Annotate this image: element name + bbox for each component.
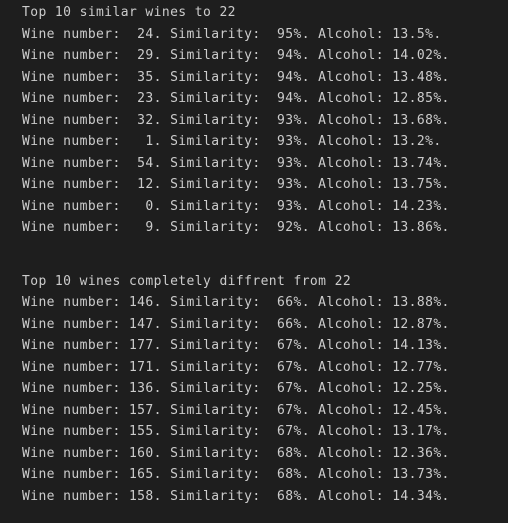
similar-line: Wine number: 9. Similarity: 92%. Alcohol… xyxy=(22,220,450,235)
different-line: Wine number: 147. Similarity: 66%. Alcoh… xyxy=(22,316,450,332)
different-line: Wine number: 136. Similarity: 67%. Alcoh… xyxy=(22,381,450,396)
different-line: Wine number: 160. Similarity: 68%. Alcoh… xyxy=(22,445,450,461)
similar-line: Wine number: 0. Similarity: 93%. Alcohol… xyxy=(22,198,450,214)
similar-line: Wine number: 54. Similarity: 93%. Alcoho… xyxy=(22,155,450,171)
blank-gap xyxy=(22,239,508,271)
similar-line: Wine number: 24. Similarity: 95%. Alcoho… xyxy=(22,26,442,42)
similar-line: Wine number: 23. Similarity: 94%. Alcoho… xyxy=(22,91,450,106)
different-line: Wine number: 165. Similarity: 68%. Alcoh… xyxy=(22,467,450,482)
similar-line: Wine number: 12. Similarity: 93%. Alcoho… xyxy=(22,177,450,192)
different-line: Wine number: 171. Similarity: 67%. Alcoh… xyxy=(22,359,450,375)
different-line: Wine number: 157. Similarity: 67%. Alcoh… xyxy=(22,402,450,418)
different-header: Top 10 wines completely diffrent from 22 xyxy=(22,273,352,289)
different-line: Wine number: 177. Similarity: 67%. Alcoh… xyxy=(22,338,450,353)
similar-header: Top 10 similar wines to 22 xyxy=(22,5,236,20)
similar-line: Wine number: 32. Similarity: 93%. Alcoho… xyxy=(22,112,450,128)
different-line: Wine number: 158. Similarity: 68%. Alcoh… xyxy=(22,488,450,504)
different-line: Wine number: 155. Similarity: 67%. Alcoh… xyxy=(22,424,450,439)
different-line: Wine number: 146. Similarity: 66%. Alcoh… xyxy=(22,295,450,310)
similar-line: Wine number: 35. Similarity: 94%. Alcoho… xyxy=(22,69,450,85)
console-output: Top 10 similar wines to 22 Wine number: … xyxy=(0,0,508,523)
similar-line: Wine number: 1. Similarity: 93%. Alcohol… xyxy=(22,134,442,149)
similar-line: Wine number: 29. Similarity: 94%. Alcoho… xyxy=(22,48,450,63)
